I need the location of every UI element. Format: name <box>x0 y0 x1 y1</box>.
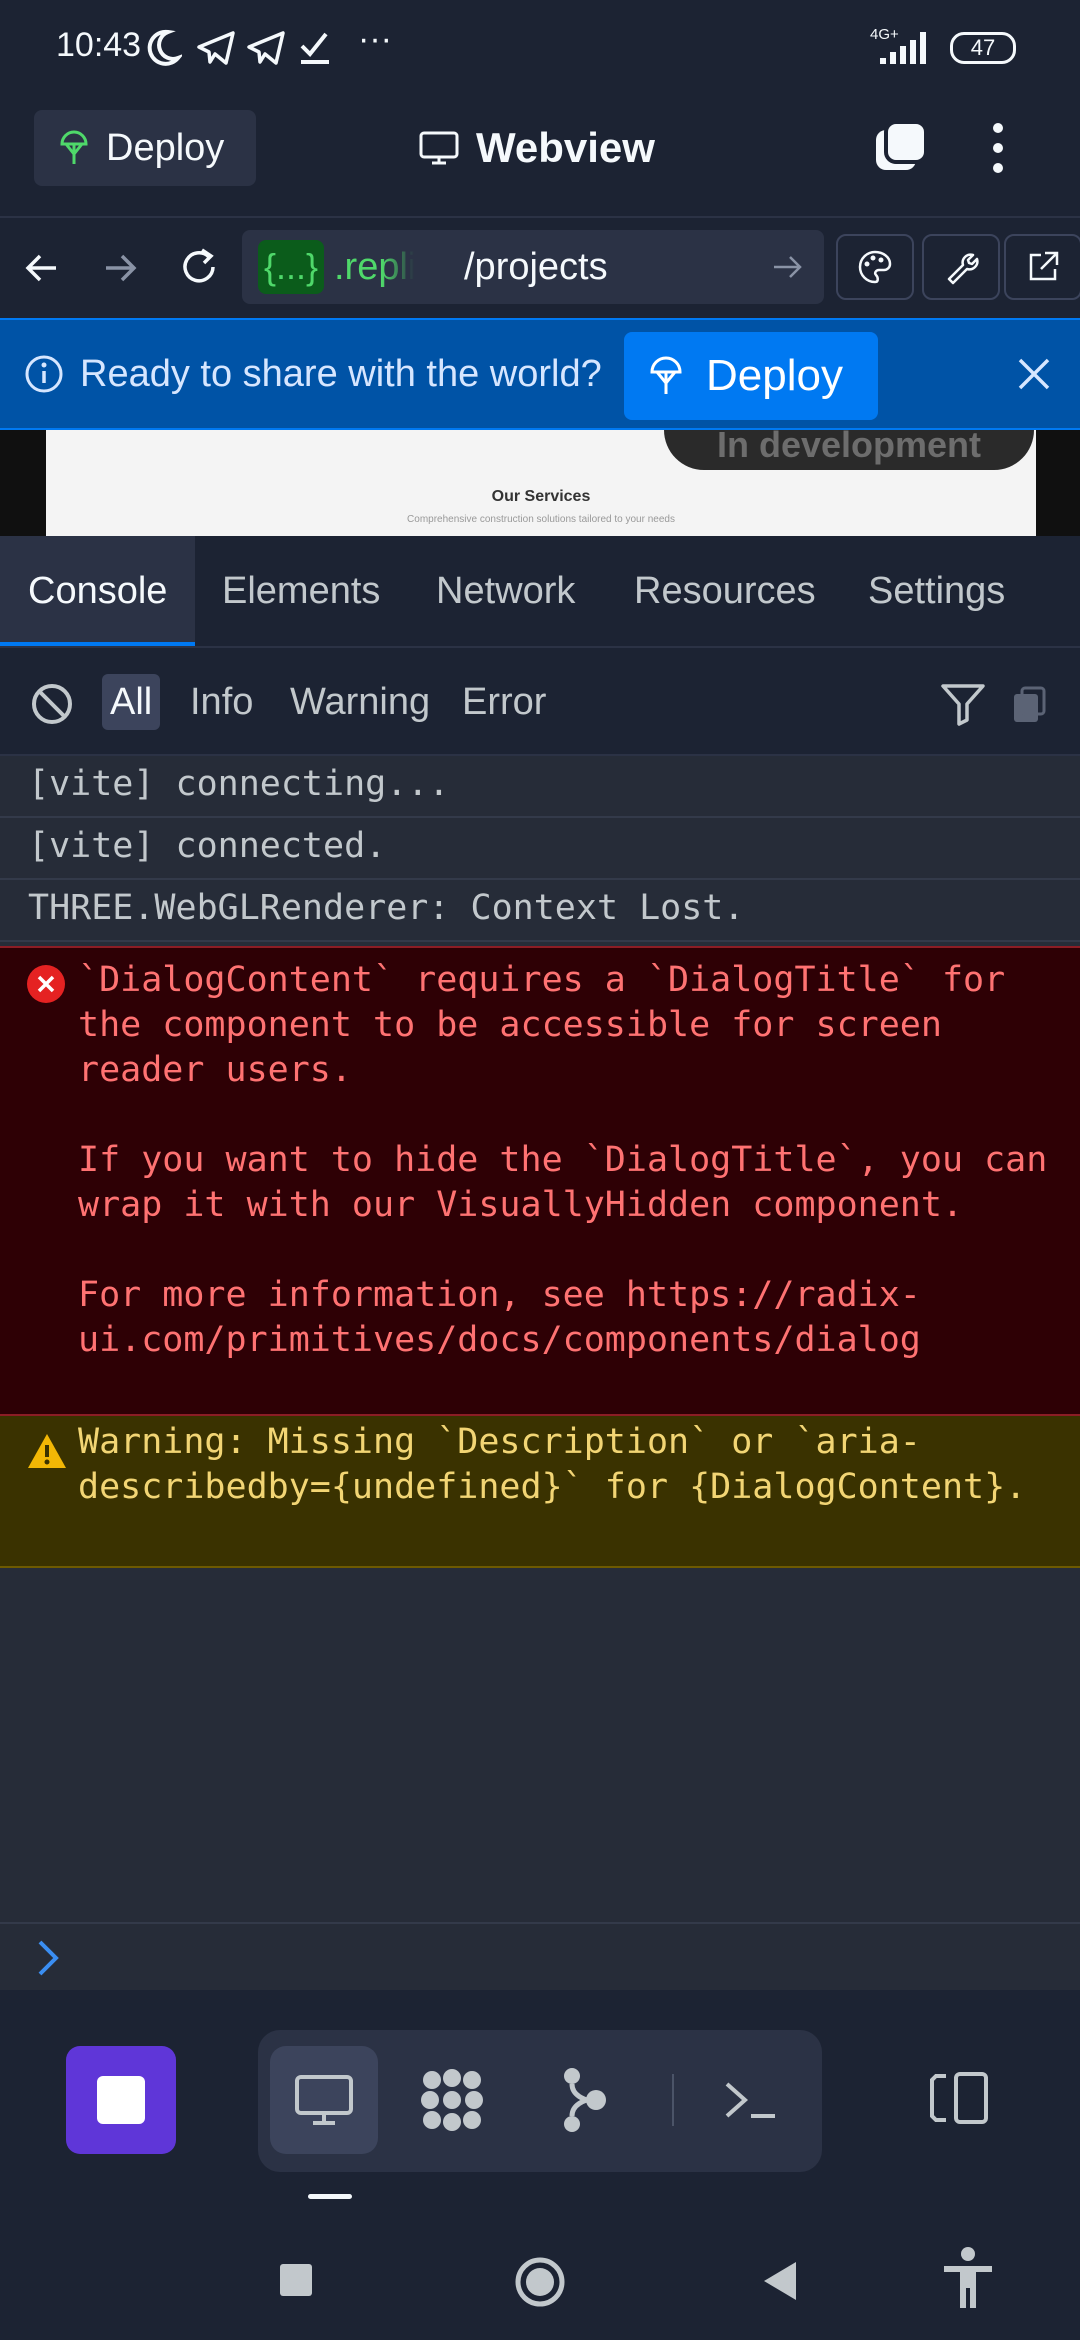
close-icon[interactable] <box>1016 356 1052 392</box>
webview-preview[interactable]: In development Our Services Comprehensiv… <box>0 430 1080 536</box>
stop-button[interactable] <box>66 2046 176 2154</box>
reload-icon[interactable] <box>178 246 220 288</box>
active-tool-indicator <box>308 2194 352 2199</box>
recents-icon[interactable] <box>280 2264 312 2296</box>
tab-network[interactable]: Network <box>408 536 603 646</box>
toolbar-divider <box>672 2074 674 2126</box>
url-badge: {...} <box>258 240 325 294</box>
banner-deploy-label: Deploy <box>706 351 843 400</box>
banner-message: Ready to share with the world? <box>80 353 602 395</box>
filter-icon[interactable] <box>940 682 986 726</box>
task-check-icon <box>298 28 332 68</box>
battery-indicator: 47 <box>950 32 1016 64</box>
log-text: THREE.WebGLRenderer: Context Lost. <box>28 888 745 928</box>
network-type: 4G+ <box>870 26 899 43</box>
wrench-icon <box>943 249 979 285</box>
devtools-wrench-button[interactable] <box>922 234 1000 300</box>
stop-icon <box>97 2076 145 2124</box>
log-entry: [vite] connected. <box>0 818 1080 880</box>
log-text: [vite] connecting... <box>28 764 450 804</box>
preview-page: In development Our Services Comprehensiv… <box>46 430 1036 536</box>
log-entry: [vite] connecting... <box>0 756 1080 818</box>
info-icon <box>24 354 64 394</box>
prompt-chevron-icon <box>34 1938 62 1978</box>
preview-status-pill: In development <box>664 430 1034 470</box>
status-bar: 10:43 ··· 4G+ 47 <box>0 0 1080 96</box>
filter-all[interactable]: All <box>102 674 161 730</box>
terminal-icon <box>721 2076 779 2124</box>
panel-switch-icon[interactable] <box>926 2070 992 2126</box>
back-arrow-icon[interactable] <box>22 248 62 288</box>
signal-icon: 4G+ <box>866 26 938 68</box>
open-external-button[interactable] <box>1004 234 1080 300</box>
deploy-banner: Ready to share with the world? Deploy <box>0 318 1080 430</box>
more-menu-icon[interactable] <box>980 118 1016 178</box>
back-nav-icon[interactable] <box>762 2260 798 2302</box>
copy-icon[interactable] <box>1010 684 1048 726</box>
warning-message: Warning: Missing `Description` or `aria-… <box>78 1422 1027 1507</box>
clear-console-icon[interactable] <box>30 682 74 726</box>
banner-deploy-button[interactable]: Deploy <box>624 332 878 420</box>
url-path: /projects <box>464 246 608 288</box>
url-domain: .replit. <box>334 246 414 288</box>
telegram-icon-2 <box>246 28 286 68</box>
deploy-button[interactable]: Deploy <box>34 110 256 186</box>
telegram-icon <box>196 28 236 68</box>
deploy-icon <box>648 354 684 398</box>
error-entry: `DialogContent` requires a `DialogTitle`… <box>0 946 1080 1416</box>
monitor-icon <box>418 128 460 168</box>
log-entry: THREE.WebGLRenderer: Context Lost. <box>0 880 1080 942</box>
error-message: `DialogContent` requires a `DialogTitle`… <box>78 960 1048 1360</box>
error-icon <box>26 964 66 1004</box>
devtools-tabs: Console Elements Network Resources Setti… <box>0 536 1080 648</box>
url-input[interactable]: {...} .replit. /projects <box>242 230 824 304</box>
tab-settings[interactable]: Settings <box>840 536 1033 646</box>
log-text: [vite] connected. <box>28 826 387 866</box>
console-filter-bar: All Info Warning Error <box>0 650 1080 756</box>
console-input[interactable] <box>0 1922 1080 1990</box>
moon-icon <box>146 28 182 68</box>
accessibility-icon[interactable] <box>940 2246 996 2312</box>
shell-tool-button[interactable] <box>696 2046 804 2154</box>
preview-subheading: Comprehensive construction solutions tai… <box>407 514 675 525</box>
home-icon[interactable] <box>514 2256 566 2308</box>
filter-warning[interactable]: Warning <box>282 674 438 730</box>
warning-entry: Warning: Missing `Description` or `aria-… <box>0 1416 1080 1568</box>
tool-group <box>258 2030 822 2172</box>
url-row: {...} .replit. /projects <box>0 218 1080 318</box>
tab-elements[interactable]: Elements <box>194 536 408 646</box>
system-navigation-bar <box>0 2220 1080 2340</box>
filter-info[interactable]: Info <box>182 674 261 730</box>
tab-console[interactable]: Console <box>0 536 196 646</box>
tab-resources[interactable]: Resources <box>606 536 844 646</box>
git-tool-button[interactable] <box>530 2046 638 2154</box>
tabs-switcher-icon[interactable] <box>872 118 930 176</box>
forward-arrow-icon[interactable] <box>100 248 140 288</box>
warning-icon <box>26 1432 68 1470</box>
go-arrow-icon[interactable] <box>772 254 802 280</box>
deploy-icon <box>58 128 90 168</box>
external-link-icon <box>1025 249 1061 285</box>
page-title: Webview <box>476 124 655 171</box>
palette-icon <box>856 248 894 286</box>
theme-palette-button[interactable] <box>836 234 914 300</box>
filter-error[interactable]: Error <box>454 674 554 730</box>
app-bar: Deploy Webview <box>0 96 1080 218</box>
status-time: 10:43 <box>56 26 142 64</box>
bottom-toolbar <box>0 1990 1080 2220</box>
more-notifications-icon: ··· <box>358 20 392 58</box>
webview-title-group: Webview <box>418 116 655 180</box>
preview-heading: Our Services <box>491 488 591 505</box>
apps-tool-button[interactable] <box>398 2046 506 2154</box>
git-branch-icon <box>558 2066 610 2134</box>
monitor-icon <box>293 2071 355 2129</box>
deploy-button-label: Deploy <box>106 126 225 169</box>
flower-grid-icon <box>418 2066 486 2134</box>
webview-tool-button[interactable] <box>270 2046 378 2154</box>
